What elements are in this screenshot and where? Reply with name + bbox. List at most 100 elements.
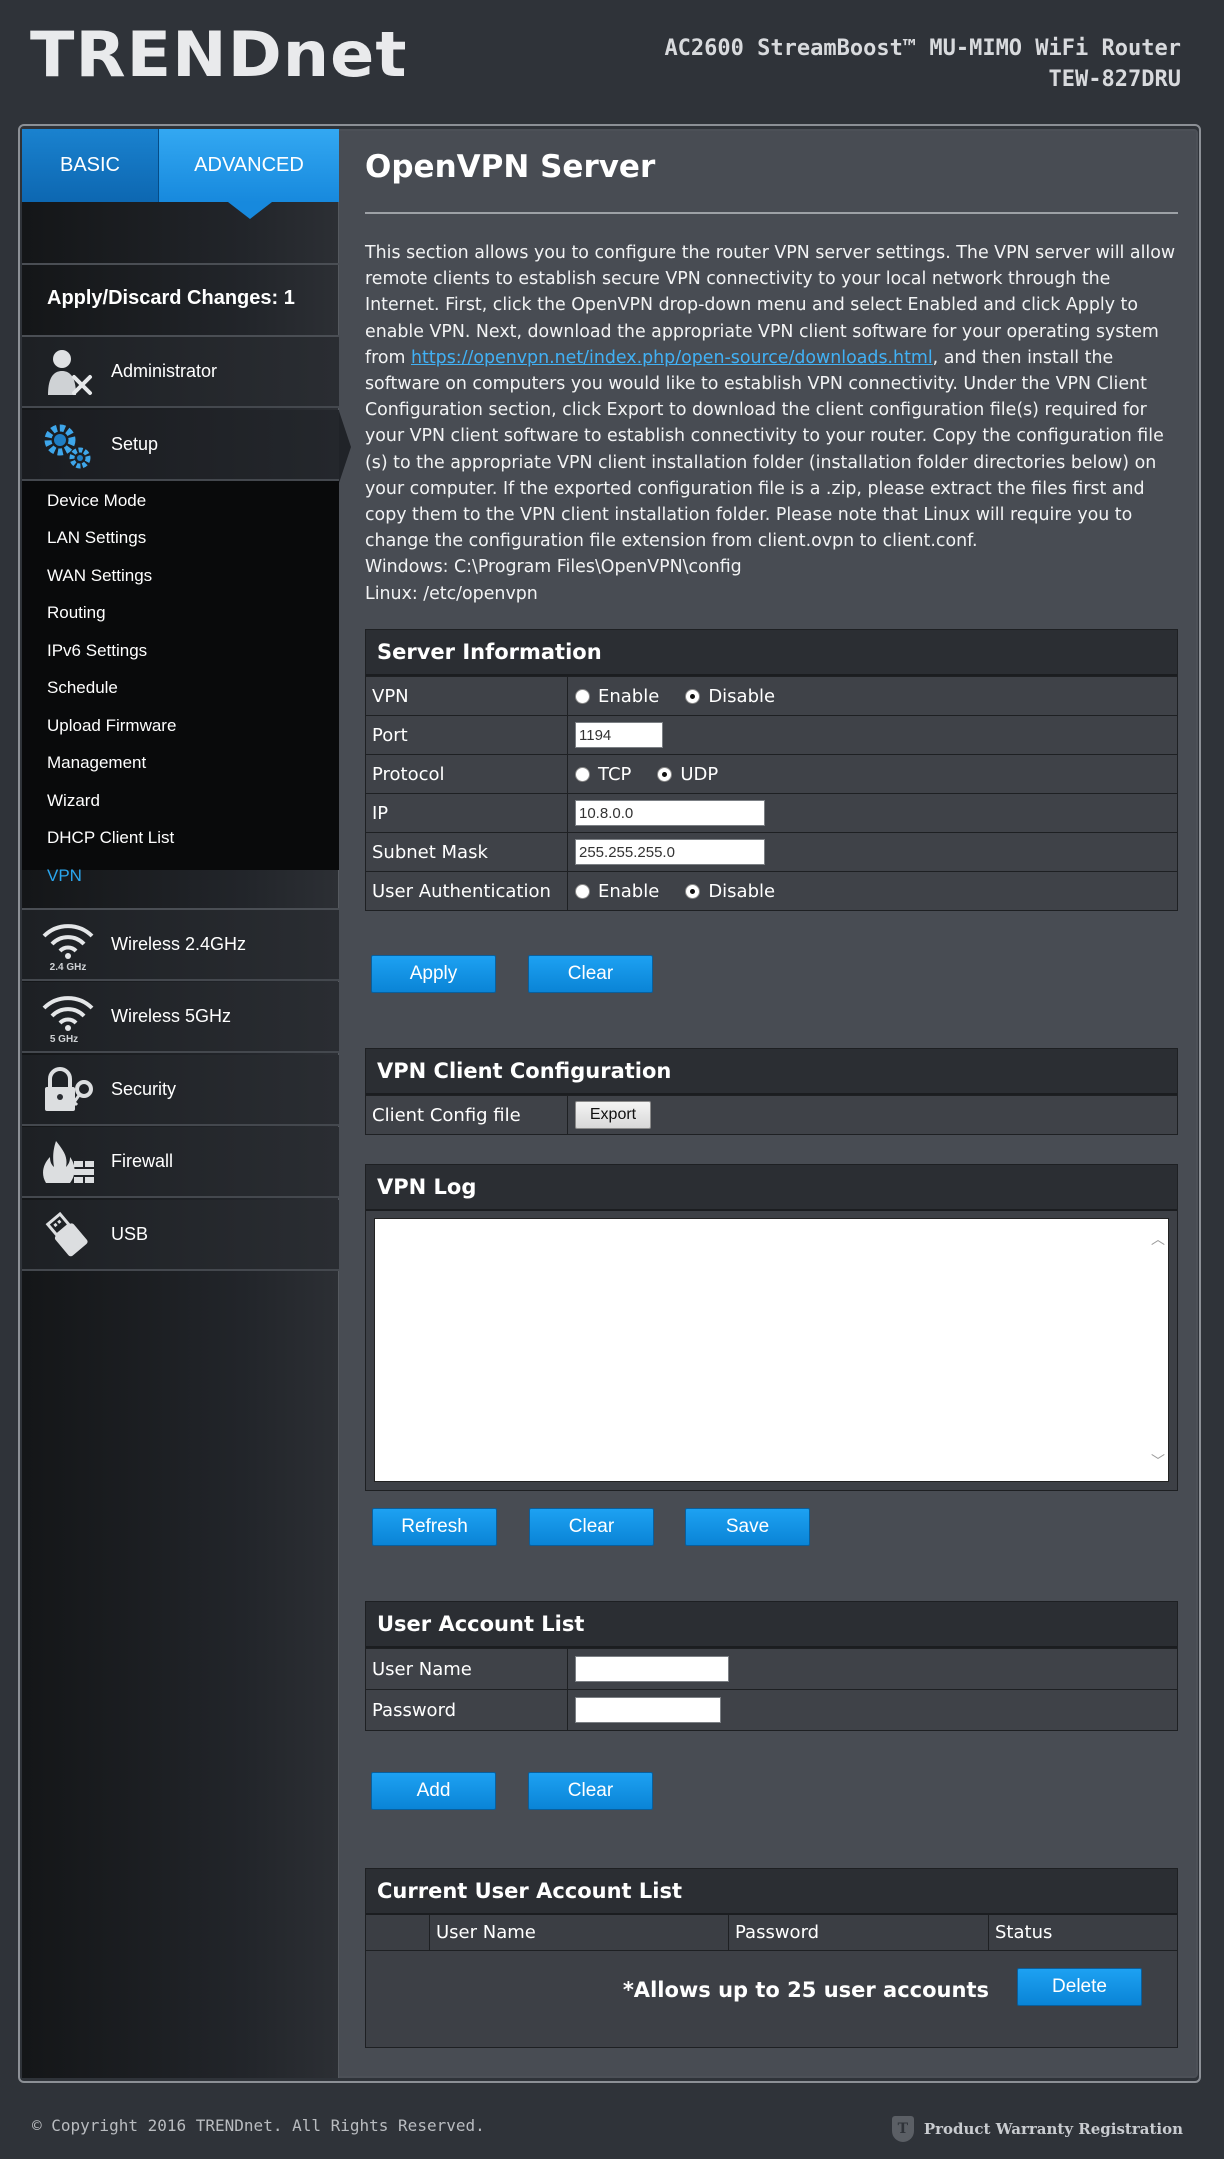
radio-label: Disable xyxy=(708,685,776,707)
trendnet-logo[interactable]: TRENDnet xyxy=(30,24,408,86)
username-input[interactable] xyxy=(575,1656,729,1682)
user-clear-button[interactable]: Clear xyxy=(528,1772,653,1810)
firewall-icon xyxy=(43,1141,94,1183)
gears-icon xyxy=(44,424,91,469)
port-row: Port 1194 xyxy=(366,715,1177,754)
vpn-log-textarea[interactable]: ︿ ﹀ xyxy=(374,1218,1169,1482)
column-username: User Name xyxy=(430,1915,729,1950)
radio-label: TCP xyxy=(598,763,632,785)
product-title: AC2600 StreamBoost™ MU-MIMO WiFi Router … xyxy=(664,33,1181,95)
sidebar-item-usb[interactable]: USB xyxy=(22,1200,339,1271)
tab-advanced[interactable]: ADVANCED xyxy=(159,129,339,202)
sidebar-item-security[interactable]: Security xyxy=(22,1055,339,1126)
auth-disable-radio[interactable] xyxy=(685,883,701,899)
vpn-disable-radio[interactable] xyxy=(685,688,701,704)
radio-label: Enable xyxy=(598,880,660,902)
auth-enable-radio[interactable] xyxy=(575,883,590,899)
sidebar-item-firewall[interactable]: Firewall xyxy=(22,1127,339,1198)
export-button[interactable]: Export xyxy=(575,1101,651,1129)
add-user-button[interactable]: Add xyxy=(371,1772,496,1810)
submenu-lan-settings[interactable]: LAN Settings xyxy=(47,528,146,548)
wifi-24-icon: 2.4 GHz xyxy=(42,924,94,972)
linux-path: Linux: /etc/openvpn xyxy=(365,583,538,604)
wifi-band-label: 2.4 GHz xyxy=(50,962,87,972)
product-model: TEW-827DRU xyxy=(1048,67,1181,92)
wifi-band-label: 5 GHz xyxy=(50,1034,78,1044)
lock-key-icon xyxy=(45,1067,93,1111)
user-table-header: User Name Password Status xyxy=(366,1915,1177,1951)
sidebar-item-administrator[interactable]: Administrator xyxy=(22,337,339,408)
column-status: Status xyxy=(995,1922,1053,1943)
protocol-tcp-radio[interactable] xyxy=(575,766,590,782)
protocol-udp-radio[interactable] xyxy=(657,766,673,782)
column-password: Password xyxy=(729,1915,989,1950)
submenu-device-mode[interactable]: Device Mode xyxy=(47,491,146,511)
submenu-wan-settings[interactable]: WAN Settings xyxy=(47,566,152,586)
warranty-label: Product Warranty Registration xyxy=(923,2120,1183,2138)
submenu-schedule[interactable]: Schedule xyxy=(47,678,118,698)
submenu-routing[interactable]: Routing xyxy=(47,603,106,623)
copyright: © Copyright 2016 TRENDnet. All Rights Re… xyxy=(32,2116,485,2135)
apply-discard-changes[interactable]: Apply/Discard Changes: 1 xyxy=(47,287,295,310)
title-divider xyxy=(365,212,1178,214)
panel-heading: VPN Log xyxy=(366,1165,1177,1211)
submenu-wizard[interactable]: Wizard xyxy=(47,791,100,811)
radio-label: UDP xyxy=(680,763,719,785)
user-account-list-panel: User Account List User Name Password xyxy=(365,1601,1178,1731)
sidebar-item-wireless-24ghz[interactable]: 2.4 GHz Wireless 2.4GHz xyxy=(22,910,339,981)
sidebar: BASIC ADVANCED Apply/Discard Changes: 1 … xyxy=(22,129,351,2078)
subnet-mask-input[interactable]: 255.255.255.0 xyxy=(575,839,765,865)
sidebar-item-wireless-5ghz[interactable]: 5 GHz Wireless 5GHz xyxy=(22,982,339,1053)
administrator-icon xyxy=(48,350,92,395)
usb-icon xyxy=(45,1211,88,1257)
sidebar-item-label: Wireless 2.4GHz xyxy=(111,934,247,954)
wifi-5-icon: 5 GHz xyxy=(42,996,94,1044)
user-authentication-row: User Authentication Enable Disable xyxy=(366,871,1177,910)
product-line: AC2600 StreamBoost™ MU-MIMO WiFi Router xyxy=(664,36,1181,61)
ip-row: IP 10.8.0.0 xyxy=(366,793,1177,832)
port-input[interactable]: 1194 xyxy=(575,722,663,748)
windows-path: Windows: C:\Program Files\OpenVPN\config xyxy=(365,557,742,578)
submenu-management[interactable]: Management xyxy=(47,753,146,773)
submenu-dhcp-client-list[interactable]: DHCP Client List xyxy=(47,828,174,848)
user-limit-note: *Allows up to 25 user accounts xyxy=(622,1978,989,2002)
vpn-enable-radio[interactable] xyxy=(575,688,590,704)
submenu-ipv6-settings[interactable]: IPv6 Settings xyxy=(47,641,147,661)
sidebar-item-label: Administrator xyxy=(111,361,218,381)
current-user-account-list-panel: Current User Account List User Name Pass… xyxy=(365,1868,1178,2048)
radio-label: Disable xyxy=(708,880,776,902)
panel-heading: VPN Client Configuration xyxy=(366,1049,1177,1095)
trendnet-shield-icon: T xyxy=(891,2116,914,2142)
row-label: Password xyxy=(366,1690,568,1730)
server-information-panel: Server Information VPN Enable Disable Po… xyxy=(365,629,1178,911)
submenu-upload-firmware[interactable]: Upload Firmware xyxy=(47,716,176,736)
client-config-row: Client Config file Export xyxy=(366,1095,1177,1134)
vpn-row: VPN Enable Disable xyxy=(366,676,1177,715)
header: TRENDnet AC2600 StreamBoost™ MU-MIMO WiF… xyxy=(0,0,1224,125)
submenu-vpn[interactable]: VPN xyxy=(47,866,82,886)
column-select xyxy=(366,1915,430,1950)
tab-basic[interactable]: BASIC xyxy=(22,129,159,202)
row-label: Port xyxy=(366,716,568,754)
product-warranty-registration-link[interactable]: T Product Warranty Registration xyxy=(891,2116,1183,2142)
sidebar-item-label: USB xyxy=(111,1224,149,1244)
row-label: Protocol xyxy=(366,755,568,793)
apply-button[interactable]: Apply xyxy=(371,955,496,993)
ip-input[interactable]: 10.8.0.0 xyxy=(575,800,765,826)
tab-active-indicator xyxy=(228,202,272,219)
page-title: OpenVPN Server xyxy=(365,149,656,185)
log-refresh-button[interactable]: Refresh xyxy=(372,1508,497,1546)
password-input[interactable] xyxy=(575,1697,721,1723)
server-clear-button[interactable]: Clear xyxy=(528,955,653,993)
sidebar-item-label: Setup xyxy=(111,434,159,454)
scroll-down-icon[interactable]: ﹀ xyxy=(1151,1451,1165,1471)
row-label: Client Config file xyxy=(366,1096,568,1134)
page-description: This section allows you to configure the… xyxy=(365,240,1179,607)
openvpn-download-link[interactable]: https://openvpn.net/index.php/open-sourc… xyxy=(411,348,933,368)
scroll-up-icon[interactable]: ︿ xyxy=(1151,1229,1165,1249)
sidebar-item-setup[interactable]: Setup xyxy=(22,410,339,481)
log-clear-button[interactable]: Clear xyxy=(529,1508,654,1546)
delete-user-button[interactable]: Delete xyxy=(1017,1968,1142,2006)
log-save-button[interactable]: Save xyxy=(685,1508,810,1546)
subnet-mask-row: Subnet Mask 255.255.255.0 xyxy=(366,832,1177,871)
